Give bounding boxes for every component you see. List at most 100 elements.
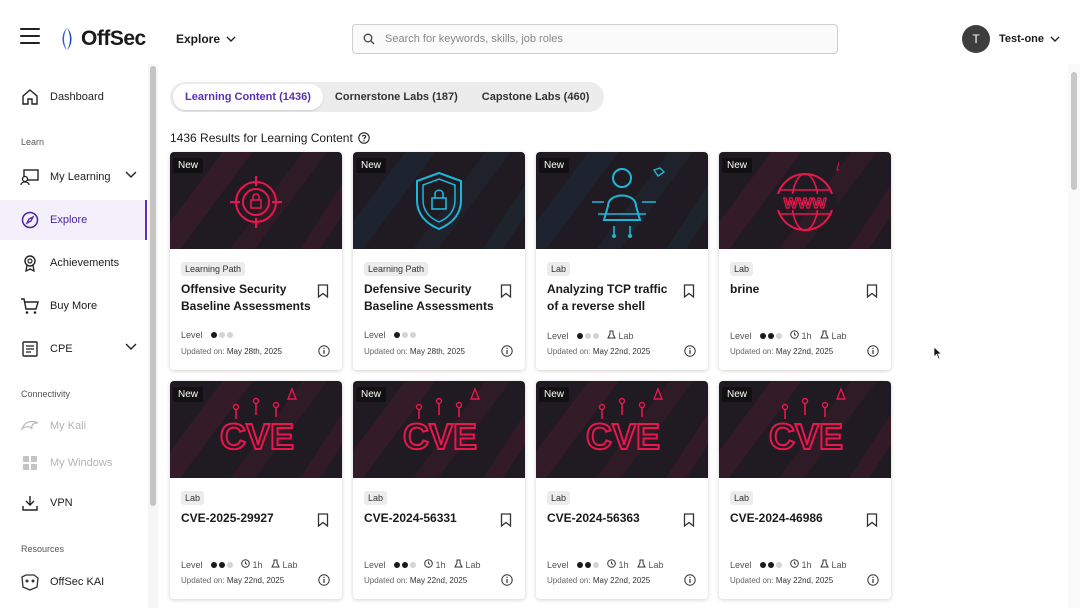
- bookmark-icon[interactable]: [866, 284, 878, 303]
- sidebar-item-my-learning[interactable]: My Learning: [0, 157, 147, 197]
- sidebar-item-my-windows[interactable]: My Windows: [0, 443, 147, 483]
- sidebar-item-explore[interactable]: Explore: [0, 200, 147, 240]
- card-title[interactable]: Defensive Security Baseline Assessments: [364, 281, 494, 315]
- hamburger-menu-icon[interactable]: [20, 28, 40, 44]
- card-thumbnail: New: [170, 152, 342, 249]
- search-input[interactable]: [385, 33, 805, 45]
- tab-learning-content[interactable]: Learning Content (1436): [173, 84, 323, 110]
- info-icon[interactable]: [867, 344, 879, 362]
- duration-value: 1h: [435, 559, 446, 570]
- updated-value: May 28th, 2025: [226, 347, 282, 356]
- tab-cornerstone-labs[interactable]: Cornerstone Labs (187): [323, 84, 470, 110]
- content-card[interactable]: New Lab Analyzing TCP traffic of a reverse…: [536, 152, 708, 370]
- chevron-down-icon[interactable]: [125, 171, 137, 179]
- sidebar-section-connectivity: Connectivity: [21, 389, 71, 399]
- clock-icon: [240, 559, 253, 570]
- bookmark-icon[interactable]: [683, 513, 695, 532]
- svg-text:WWW: WWW: [784, 195, 827, 212]
- sidebar-item-my-kali[interactable]: My Kali: [0, 406, 147, 446]
- level-indicator: [575, 561, 599, 568]
- avatar: T: [962, 25, 990, 53]
- card-thumbnail: New: [353, 152, 525, 249]
- updated-date: Updated on: May 22nd, 2025: [181, 576, 284, 585]
- info-icon[interactable]: [501, 344, 513, 362]
- search-icon: [363, 33, 375, 45]
- content-card[interactable]: CVE New Lab CVE-2024-56363 Level 1h Lab Updated…: [536, 381, 708, 599]
- info-icon[interactable]: [684, 573, 696, 591]
- info-icon[interactable]: [867, 573, 879, 591]
- card-title[interactable]: Analyzing TCP traffic of a reverse shell…: [547, 281, 677, 315]
- user-name: Test-one: [999, 33, 1045, 45]
- bookmark-icon[interactable]: [500, 513, 512, 532]
- results-count: 1436 Results for Learning Content: [170, 131, 353, 145]
- card-meta: Level: [364, 330, 416, 340]
- content-card[interactable]: CVE New Lab CVE-2024-56331 Level 1h Lab Updated…: [353, 381, 525, 599]
- sidebar-item-cpe[interactable]: CPE: [0, 329, 147, 369]
- info-icon[interactable]: [318, 344, 330, 362]
- sidebar-item-buy-more[interactable]: Buy More: [0, 286, 147, 326]
- new-badge: New: [356, 158, 387, 173]
- search-bar[interactable]: [352, 24, 838, 54]
- svg-text:CVE: CVE: [403, 416, 477, 457]
- sidebar-item-label: Achievements: [50, 257, 120, 269]
- bookmark-icon[interactable]: [317, 284, 329, 303]
- content-card[interactable]: WWW New Lab brine Level 1h Lab Updated on: May …: [719, 152, 891, 370]
- sidebar-item-vpn[interactable]: VPN: [0, 483, 147, 523]
- content-card[interactable]: New Learning Path Defensive Security Basel…: [353, 152, 525, 370]
- level-dot: [767, 332, 774, 339]
- bookmark-icon[interactable]: [683, 284, 695, 303]
- kind-value: Lab: [648, 559, 664, 570]
- info-icon[interactable]: [684, 344, 696, 362]
- content-type-chip: Lab: [730, 262, 754, 276]
- level-dot: [576, 332, 583, 339]
- main-scrollbar-thumb[interactable]: [1071, 72, 1077, 190]
- kind-value: Lab: [282, 559, 298, 570]
- card-title[interactable]: CVE-2024-56363: [547, 510, 677, 527]
- content-card[interactable]: New Learning Path Offensive Security Basel…: [170, 152, 342, 370]
- duration-value: 1h: [801, 330, 812, 341]
- duration-value: 1h: [801, 559, 812, 570]
- level-dot: [584, 561, 591, 568]
- kali-dragon-icon: [20, 416, 40, 436]
- level-label: Level: [181, 330, 203, 340]
- offsec-logo[interactable]: OffSec: [55, 27, 146, 51]
- explore-menu-button[interactable]: Explore: [176, 32, 236, 46]
- logo-text: OffSec: [81, 27, 146, 50]
- sidebar-scrollbar-thumb[interactable]: [150, 66, 156, 506]
- user-menu[interactable]: T Test-one: [962, 25, 1060, 53]
- updated-value: May 28th, 2025: [409, 347, 465, 356]
- windows-icon: [20, 453, 40, 473]
- card-title[interactable]: Offensive Security Baseline Assessments: [181, 281, 311, 315]
- duration: 1h: [423, 559, 446, 570]
- content-card[interactable]: CVE New Lab CVE-2024-46986 Level 1h Lab Updated…: [719, 381, 891, 599]
- card-title[interactable]: CVE-2024-46986: [730, 510, 860, 527]
- sidebar-item-offsec-kai[interactable]: OffSec KAI: [0, 562, 147, 602]
- help-icon[interactable]: [358, 132, 370, 144]
- mouse-cursor-icon: [933, 346, 943, 360]
- content-card[interactable]: CVE New Lab CVE-2025-29927 Level 1h Lab Updated…: [170, 381, 342, 599]
- card-thumbnail: WWW New: [719, 152, 891, 249]
- updated-label: Updated on:: [364, 576, 408, 585]
- bookmark-icon[interactable]: [500, 284, 512, 303]
- bookmark-icon[interactable]: [317, 513, 329, 532]
- content-type-chip: Lab: [181, 491, 205, 505]
- updated-date: Updated on: May 22nd, 2025: [730, 347, 833, 356]
- level-dot: [226, 561, 233, 568]
- sidebar-item-label: VPN: [50, 497, 73, 509]
- sidebar-item-dashboard[interactable]: Dashboard: [0, 77, 147, 117]
- card-title[interactable]: brine: [730, 281, 860, 298]
- bookmark-icon[interactable]: [866, 513, 878, 532]
- card-title[interactable]: CVE-2025-29927: [181, 510, 311, 527]
- tab-capstone-labs[interactable]: Capstone Labs (460): [470, 84, 602, 110]
- chevron-down-icon[interactable]: [125, 343, 137, 351]
- clock-icon: [423, 559, 436, 570]
- info-icon[interactable]: [501, 573, 513, 591]
- level-dot: [592, 332, 599, 339]
- sidebar-item-achievements[interactable]: Achievements: [0, 243, 147, 283]
- level-label: Level: [364, 330, 386, 340]
- learning-icon: [20, 167, 40, 187]
- home-icon: [20, 87, 40, 107]
- info-icon[interactable]: [318, 573, 330, 591]
- card-title[interactable]: CVE-2024-56331: [364, 510, 494, 527]
- updated-date: Updated on: May 28th, 2025: [181, 347, 282, 356]
